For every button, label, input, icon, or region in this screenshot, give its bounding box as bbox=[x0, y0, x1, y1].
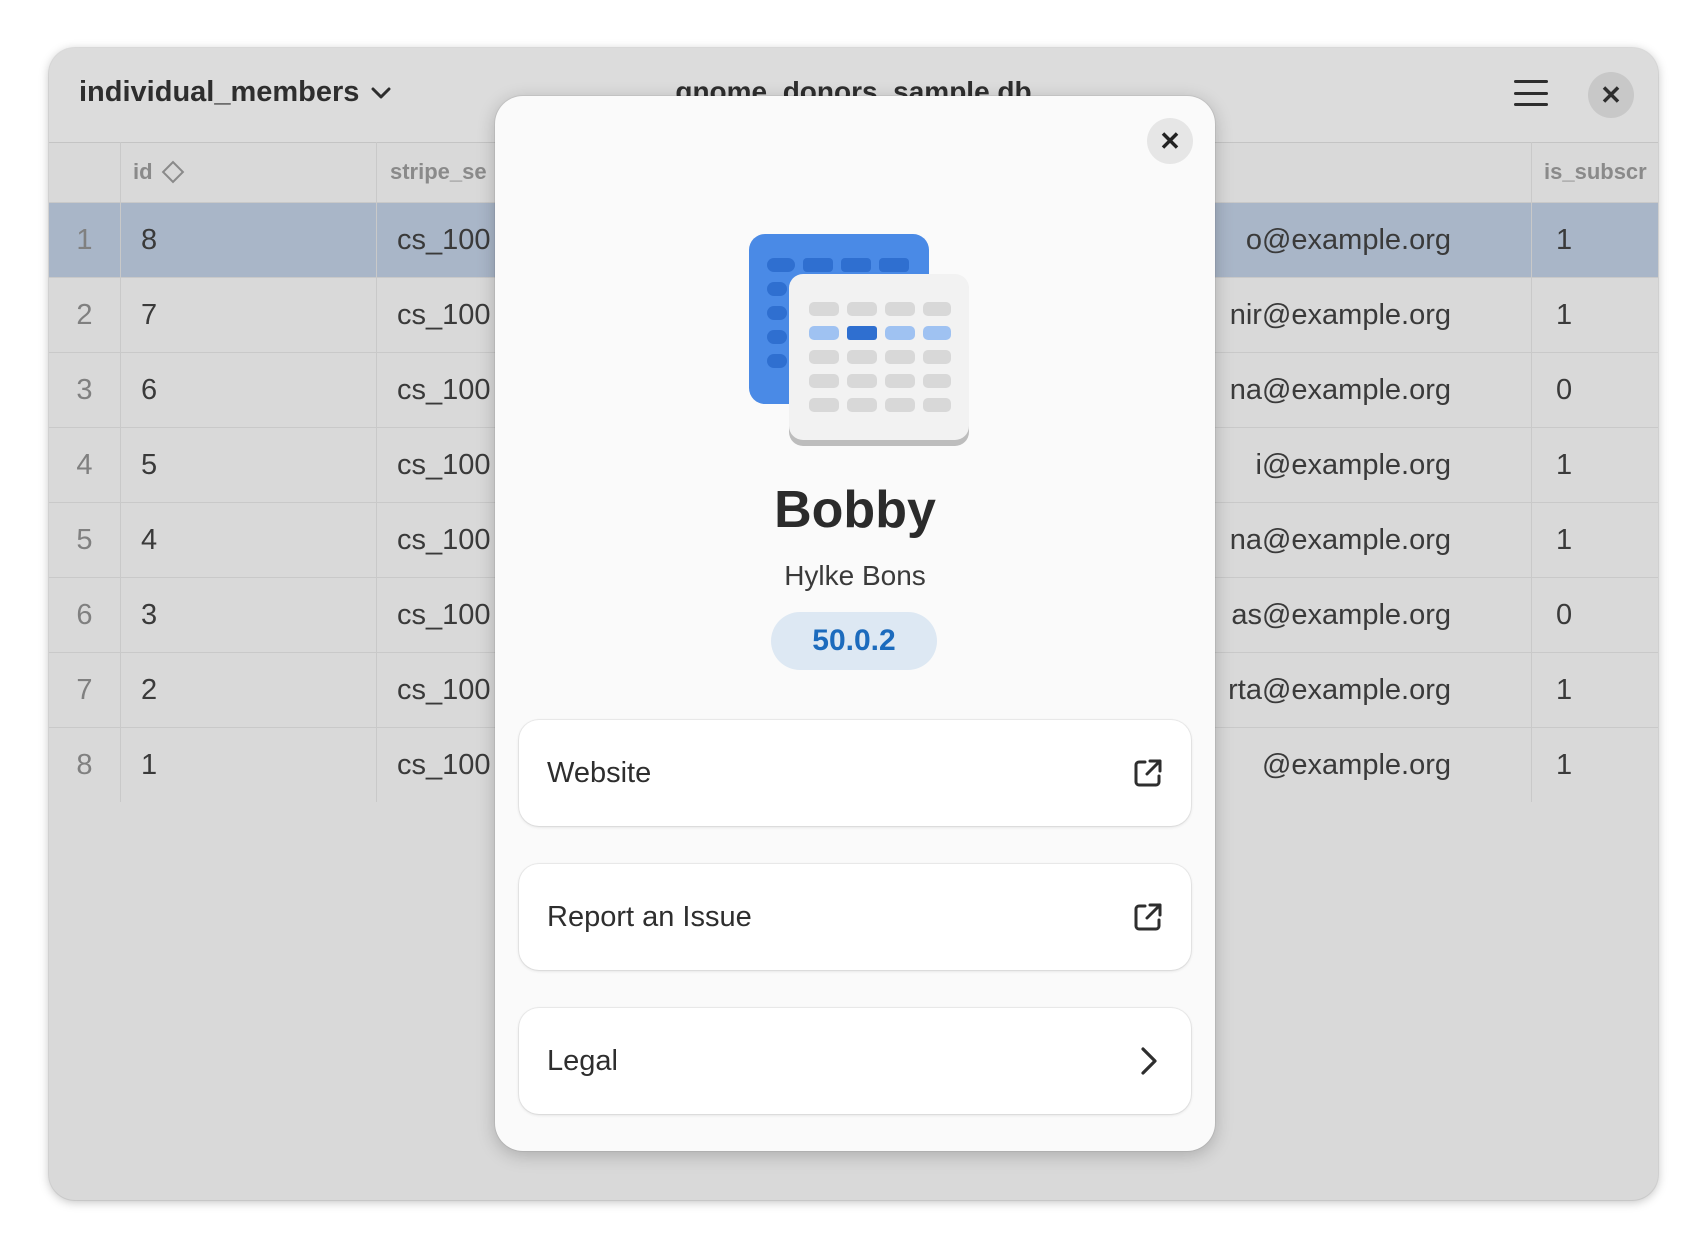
column-header-id-label: id bbox=[133, 159, 153, 184]
app-icon bbox=[749, 234, 969, 446]
email-cell: nir@example.org bbox=[1187, 278, 1532, 352]
is-subscribed-cell: 0 bbox=[1556, 373, 1573, 406]
row-number-cell: 8 bbox=[49, 728, 121, 802]
id-cell: 4 bbox=[121, 503, 377, 577]
is-subscribed-cell: 1 bbox=[1556, 448, 1573, 481]
is-subscribed-cell: 1 bbox=[1556, 673, 1573, 706]
sort-diamond-icon bbox=[161, 160, 184, 184]
email-cell: na@example.org bbox=[1187, 503, 1532, 577]
column-header-subscribed[interactable]: is_subscr bbox=[1532, 142, 1658, 202]
report-issue-label: Report an Issue bbox=[547, 900, 752, 933]
email-cell-text: nir@example.org bbox=[1229, 298, 1451, 331]
legal-label: Legal bbox=[547, 1044, 618, 1077]
about-close-button[interactable]: ✕ bbox=[1147, 118, 1193, 164]
hamburger-menu-icon[interactable] bbox=[1514, 76, 1548, 110]
developer-name: Hylke Bons bbox=[784, 560, 926, 591]
is-subscribed-cell: 0 bbox=[1556, 598, 1573, 631]
is-subscribed-cell: 1 bbox=[1556, 523, 1573, 556]
about-dialog: ✕ Bobby Hylke Bons 50.0.2 Website Report… bbox=[495, 96, 1215, 1151]
email-cell: as@example.org bbox=[1187, 578, 1532, 652]
website-label: Website bbox=[547, 756, 652, 789]
legal-row[interactable]: Legal bbox=[519, 1008, 1191, 1114]
id-cell: 3 bbox=[121, 578, 377, 652]
window-close-button[interactable]: ✕ bbox=[1588, 72, 1634, 118]
email-cell-text: @example.org bbox=[1261, 748, 1451, 781]
version-badge[interactable]: 50.0.2 bbox=[771, 612, 937, 670]
email-cell-text: rta@example.org bbox=[1228, 673, 1451, 706]
row-number-cell: 6 bbox=[49, 578, 121, 652]
row-number-cell: 3 bbox=[49, 353, 121, 427]
row-number-cell: 1 bbox=[49, 203, 121, 277]
email-cell-text: as@example.org bbox=[1231, 598, 1451, 631]
email-cell: na@example.org bbox=[1187, 353, 1532, 427]
id-cell: 2 bbox=[121, 653, 377, 727]
email-cell-text: i@example.org bbox=[1255, 448, 1451, 481]
email-cell-text: na@example.org bbox=[1229, 373, 1451, 406]
email-cell-text: na@example.org bbox=[1229, 523, 1451, 556]
report-issue-row[interactable]: Report an Issue bbox=[519, 864, 1191, 970]
id-cell: 6 bbox=[121, 353, 377, 427]
id-cell: 8 bbox=[121, 203, 377, 277]
row-number-cell: 7 bbox=[49, 653, 121, 727]
chevron-right-icon bbox=[1131, 1044, 1165, 1078]
app-name: Bobby bbox=[774, 481, 936, 539]
external-link-icon bbox=[1131, 900, 1165, 934]
email-cell: @example.org bbox=[1187, 728, 1532, 802]
id-cell: 7 bbox=[121, 278, 377, 352]
email-cell-text: o@example.org bbox=[1245, 223, 1451, 256]
email-cell: i@example.org bbox=[1187, 428, 1532, 502]
row-number-cell: 2 bbox=[49, 278, 121, 352]
id-cell: 1 bbox=[121, 728, 377, 802]
is-subscribed-cell: 1 bbox=[1556, 748, 1573, 781]
website-row[interactable]: Website bbox=[519, 720, 1191, 826]
column-header-id[interactable]: id bbox=[121, 142, 377, 202]
is-subscribed-cell: 1 bbox=[1556, 298, 1573, 331]
is-subscribed-cell: 1 bbox=[1556, 223, 1573, 256]
row-number-cell: 5 bbox=[49, 503, 121, 577]
row-number-cell: 4 bbox=[49, 428, 121, 502]
id-cell: 5 bbox=[121, 428, 377, 502]
external-link-icon bbox=[1131, 756, 1165, 790]
column-header-row-number bbox=[49, 142, 121, 202]
email-cell: o@example.org bbox=[1187, 203, 1532, 277]
column-header-email[interactable]: l bbox=[1187, 142, 1532, 202]
email-cell: rta@example.org bbox=[1187, 653, 1532, 727]
